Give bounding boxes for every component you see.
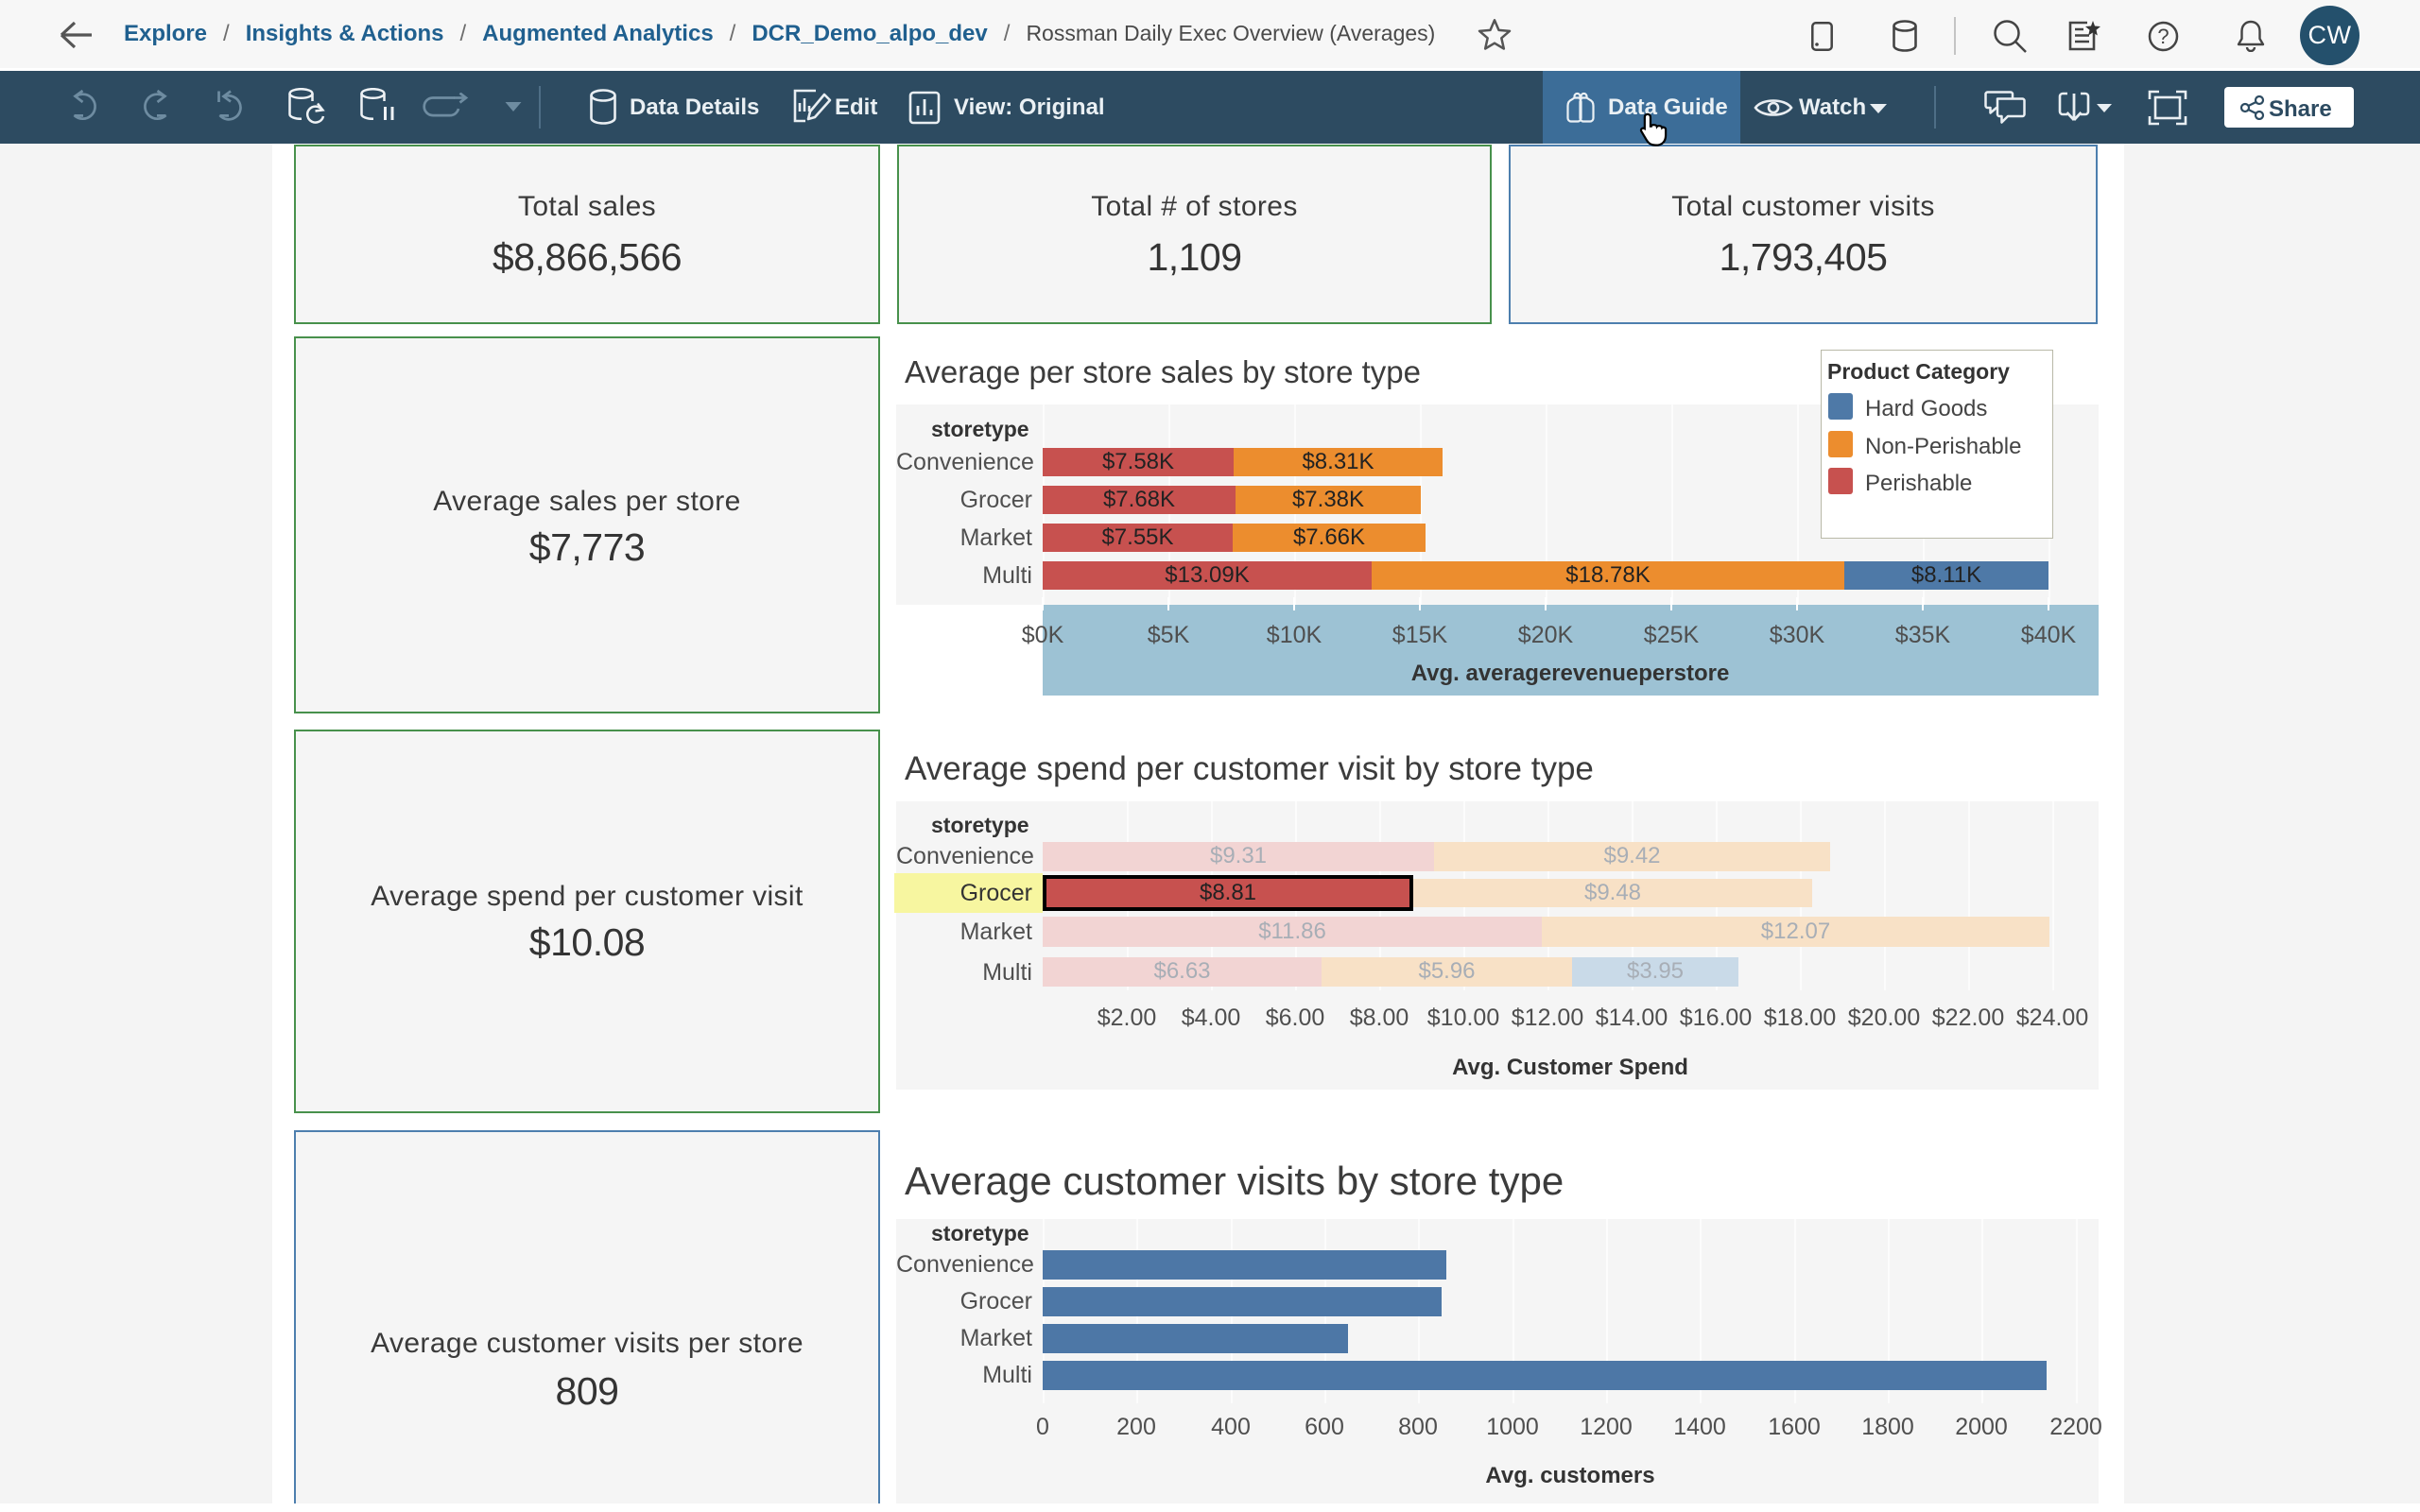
svg-text:?: ?: [2157, 25, 2169, 48]
